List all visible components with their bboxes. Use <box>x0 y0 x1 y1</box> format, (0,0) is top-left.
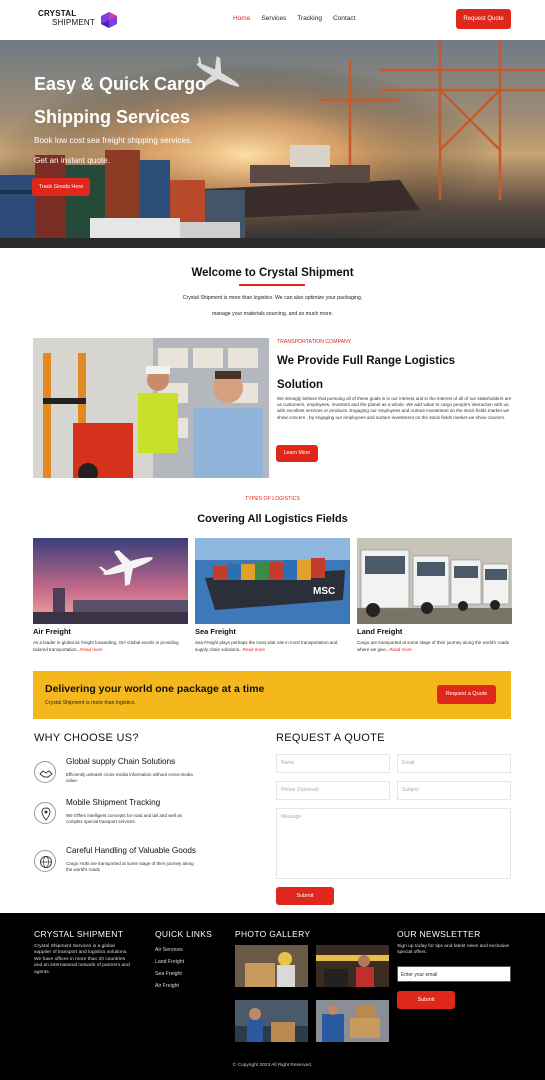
request-a-quote-button[interactable]: Request a Quote <box>437 685 496 704</box>
gallery-photo[interactable] <box>235 945 308 987</box>
footer-about-text: Crystal Shipment Services is a global su… <box>34 944 130 975</box>
handshake-icon <box>34 761 56 783</box>
brand-logo[interactable]: CRYSTAL SHIPMENT <box>38 10 122 30</box>
card-desc: Sea Freight plays perhaps the most vital… <box>195 640 338 652</box>
card-title: Land Freight <box>357 627 403 636</box>
cta-banner: Delivering your world one package at a t… <box>33 671 511 719</box>
feature-title: Careful Handling of Valuable Goods <box>66 846 197 855</box>
read-more-link[interactable]: Read more <box>243 647 265 652</box>
card-desc: As a leader in global air freight forwar… <box>33 640 179 652</box>
location-pin-icon <box>34 802 56 824</box>
request-quote-button[interactable]: Request Quote <box>456 9 511 29</box>
gallery-photo[interactable] <box>235 1000 308 1042</box>
warehouse-photo <box>33 338 269 478</box>
feature-text: We Offers intelligent concepts for road … <box>66 813 182 825</box>
learn-more-button[interactable]: Learn More <box>276 445 318 462</box>
footer-links-title: QUICK LINKS <box>155 929 213 939</box>
about-text: We strongly believe that pursuing all of… <box>277 396 512 420</box>
feature-text: Efficiently unleash cross-media informat… <box>66 772 193 784</box>
footer-link[interactable]: Land Freight <box>155 956 184 968</box>
card-desc: Cargo are transported at some stage of t… <box>357 640 509 652</box>
copyright-text: © Copyright 2023 All Right Reserved. <box>232 1063 313 1068</box>
site-footer: CRYSTAL SHIPMENT Crystal Shipment Servic… <box>0 913 545 1080</box>
feature-text: Cargo HUB are transported at some stage … <box>66 861 194 873</box>
top-navbar: CRYSTAL SHIPMENT Home Services Tracking … <box>0 0 545 40</box>
types-title: Covering All Logistics Fields <box>197 513 348 525</box>
footer-link[interactable]: Air Freight <box>155 980 184 992</box>
sea-freight-image: MSC <box>195 538 350 624</box>
nav-contact[interactable]: Contact <box>333 15 355 22</box>
card-title: Air Freight <box>33 627 71 636</box>
main-menu: Home Services Tracking Contact <box>233 15 355 22</box>
footer-newsletter-title: OUR NEWSLETTER <box>397 929 481 939</box>
gallery-photo[interactable] <box>316 1000 389 1042</box>
newsletter-text: Sign up today for tips and latest news a… <box>397 944 510 956</box>
logo-mark-icon <box>101 12 117 28</box>
footer-gallery-title: PHOTO GALLERY <box>235 929 311 939</box>
footer-links: Air Services Land Freight Sea Freight Ai… <box>155 944 184 992</box>
card-title: Sea Freight <box>195 627 236 636</box>
banner-text: Crystal Shipment is more than logistics. <box>45 700 136 706</box>
card-text: Cargo are transported at some stage of t… <box>357 640 512 653</box>
track-goods-button[interactable]: Track Goods Here <box>32 178 90 196</box>
about-title: We Provide Full Range Logistics Solution <box>277 355 456 391</box>
email-field[interactable]: Email <box>397 754 511 773</box>
brand-name-sub: SHIPMENT <box>52 18 95 27</box>
title-underline <box>239 284 305 286</box>
hero-banner: Easy & Quick Cargo Shipping Services Boo… <box>0 40 545 248</box>
feature-title: Global supply Chain Solutions <box>66 757 176 766</box>
globe-icon <box>34 850 56 872</box>
hero-title: Easy & Quick Cargo Shipping Services <box>34 74 207 127</box>
phone-field[interactable]: Phone (Optional) <box>276 781 390 800</box>
nav-tracking[interactable]: Tracking <box>297 15 322 22</box>
brand-name-main: CRYSTAL <box>38 9 77 18</box>
welcome-title: Welcome to Crystal Shipment <box>191 267 354 279</box>
service-card-air[interactable]: Air Freight As a leader in global air fr… <box>33 538 188 653</box>
brand-name: CRYSTAL SHIPMENT <box>38 10 95 27</box>
read-more-link[interactable]: Read more <box>390 647 412 652</box>
read-more-link[interactable]: Read more <box>80 647 102 652</box>
footer-link[interactable]: Air Services <box>155 944 184 956</box>
footer-link[interactable]: Sea Freight <box>155 968 184 980</box>
newsletter-email-input[interactable]: Enter your email <box>397 966 511 982</box>
footer-about-title: CRYSTAL SHIPMENT <box>34 929 124 939</box>
about-kicker: TRANSPORTATION COMPANY <box>277 339 352 345</box>
air-freight-image <box>33 538 188 624</box>
service-card-sea[interactable]: MSC Sea Freight Sea Freight plays perhap… <box>195 538 350 653</box>
feature-title: Mobile Shipment Tracking <box>66 798 161 807</box>
gallery-photo[interactable] <box>316 945 389 987</box>
quote-submit-button[interactable]: Submit <box>276 887 334 905</box>
types-kicker: TYPES OF LOGISTICS <box>245 496 300 502</box>
land-freight-image <box>357 538 512 624</box>
nav-services[interactable]: Services <box>261 15 286 22</box>
message-field[interactable]: Message <box>276 808 511 879</box>
newsletter-submit-button[interactable]: Submit <box>397 991 455 1009</box>
quote-title: REQUEST A QUOTE <box>276 732 385 744</box>
hero-line-2: Get an instant quote. <box>34 156 111 165</box>
welcome-text-2: manage your materials sourcing, and so m… <box>211 311 334 317</box>
card-text: As a leader in global air freight forwar… <box>33 640 188 653</box>
subject-field[interactable]: Subject <box>397 781 511 800</box>
card-text: Sea Freight plays perhaps the most vital… <box>195 640 350 653</box>
service-card-land[interactable]: Land Freight Cargo are transported at so… <box>357 538 512 653</box>
banner-title: Delivering your world one package at a t… <box>45 683 265 695</box>
hero-line-1: Book low cost sea freight shipping servi… <box>34 136 193 145</box>
welcome-text-1: Crystal Shipment is more than logistics.… <box>182 295 363 301</box>
nav-home[interactable]: Home <box>233 15 250 22</box>
why-title: WHY CHOOSE US? <box>34 732 139 744</box>
svg-text:MSC: MSC <box>313 586 335 597</box>
name-field[interactable]: Name <box>276 754 390 773</box>
